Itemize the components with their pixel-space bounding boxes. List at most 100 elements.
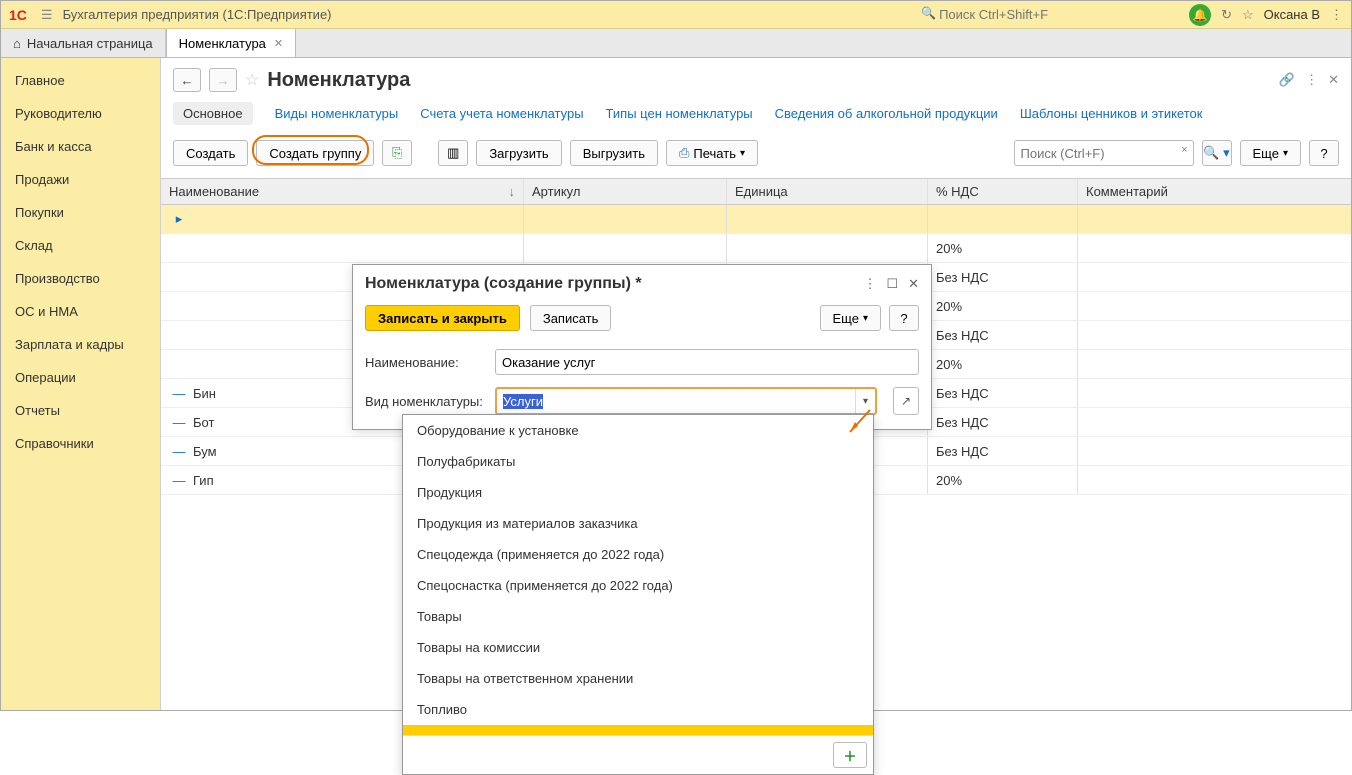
more-label: Еще <box>1253 146 1279 161</box>
link-accounts[interactable]: Счета учета номенклатуры <box>420 106 583 121</box>
link-alcohol[interactable]: Сведения об алкогольной продукции <box>775 106 998 121</box>
tab-home-label: Начальная страница <box>27 36 153 51</box>
topbar: 1C ☰ Бухгалтерия предприятия (1С:Предпри… <box>1 1 1351 29</box>
table-header: Наименование↓ Артикул Единица % НДС Комм… <box>161 179 1351 205</box>
help-button[interactable]: ? <box>1309 140 1339 166</box>
dropdown-item[interactable]: Полуфабрикаты <box>403 446 873 477</box>
input-name[interactable] <box>495 349 919 375</box>
link-icon[interactable]: 🔗 <box>1279 72 1295 88</box>
save-button[interactable]: Записать <box>530 305 612 331</box>
create-group-button[interactable]: Создать группу <box>256 140 374 166</box>
create-group-dialog: Номенклатура (создание группы) * ⋮ ☐ ✕ З… <box>352 264 932 430</box>
col-article[interactable]: Артикул <box>524 179 727 204</box>
combo-open-button[interactable]: ↗ <box>893 387 919 415</box>
sidebar-item-warehouse[interactable]: Склад <box>1 229 160 262</box>
col-comment[interactable]: Комментарий <box>1078 179 1351 204</box>
combo-type-input[interactable] <box>497 389 855 413</box>
sidebar-item-manager[interactable]: Руководителю <box>1 97 160 130</box>
dialog-maximize-icon[interactable]: ☐ <box>886 276 898 292</box>
header-right: 🔗 ⋮ ✕ <box>1279 72 1339 88</box>
dropdown-item[interactable]: Товары <box>403 601 873 632</box>
sidebar-item-bank[interactable]: Банк и касса <box>1 130 160 163</box>
app-title: Бухгалтерия предприятия (1С:Предприятие) <box>63 7 332 22</box>
dropdown-item[interactable]: Оборудование к установке <box>403 415 873 446</box>
print-button[interactable]: ⎙ Печать ▾ <box>666 140 758 166</box>
link-labels[interactable]: Шаблоны ценников и этикеток <box>1020 106 1203 121</box>
sidebar-item-production[interactable]: Производство <box>1 262 160 295</box>
tab-bar: ⌂ Начальная страница Номенклатура ✕ <box>1 29 1351 58</box>
dialog-close-icon[interactable]: ✕ <box>908 276 919 292</box>
global-search-input[interactable] <box>919 5 1179 25</box>
barcode-button[interactable]: ▥ <box>438 140 468 166</box>
caret-down-icon: ▾ <box>863 313 868 324</box>
dropdown-item[interactable]: Продукция из материалов заказчика <box>403 508 873 539</box>
menu-dots-icon[interactable]: ⋮ <box>1305 72 1318 88</box>
sidebar-item-assets[interactable]: ОС и НМА <box>1 295 160 328</box>
load-button[interactable]: Загрузить <box>476 140 561 166</box>
dropdown-item[interactable]: Услуги <box>403 725 873 735</box>
tab-home[interactable]: ⌂ Начальная страница <box>1 29 166 57</box>
close-page-icon[interactable]: ✕ <box>1328 72 1339 88</box>
sort-indicator-icon: ↓ <box>509 184 516 199</box>
table-row[interactable]: ▸ <box>161 205 1351 234</box>
list-search-wrap: × <box>1014 140 1194 166</box>
search-button[interactable]: 🔍 ▾ <box>1202 140 1232 166</box>
create-button[interactable]: Создать <box>173 140 248 166</box>
dropdown-item[interactable]: Спецоснастка (применяется до 2022 года) <box>403 570 873 601</box>
dropdown-add-button[interactable]: ＋ <box>833 742 867 768</box>
home-icon: ⌂ <box>13 36 21 51</box>
combo-dropdown-icon[interactable]: ▾ <box>855 389 875 413</box>
col-name[interactable]: Наименование↓ <box>161 179 524 204</box>
tab-close-icon[interactable]: ✕ <box>274 37 283 50</box>
dialog-titlebar: Номенклатура (создание группы) * ⋮ ☐ ✕ <box>353 265 931 301</box>
dialog-buttons: Записать и закрыть Записать Еще ▾ ? <box>353 301 931 343</box>
app-window: 1C ☰ Бухгалтерия предприятия (1С:Предпри… <box>0 0 1352 711</box>
menu-icon[interactable]: ☰ <box>41 7 53 23</box>
printer-icon: ⎙ <box>679 145 689 161</box>
dialog-menu-icon[interactable]: ⋮ <box>863 276 876 292</box>
sidebar-item-refs[interactable]: Справочники <box>1 427 160 460</box>
dialog-more-button[interactable]: Еще ▾ <box>820 305 881 331</box>
page-title: Номенклатура <box>267 69 410 92</box>
history-icon[interactable]: ↻ <box>1221 7 1232 23</box>
type-dropdown: Оборудование к установкеПолуфабрикатыПро… <box>402 414 874 775</box>
col-unit[interactable]: Единица <box>727 179 928 204</box>
nav-back-button[interactable]: ← <box>173 68 201 92</box>
sidebar-item-main[interactable]: Главное <box>1 64 160 97</box>
favorite-icon[interactable]: ☆ <box>1242 7 1254 23</box>
favorite-page-icon[interactable]: ☆ <box>245 70 259 90</box>
row-icon: — <box>169 444 189 459</box>
sidebar-item-reports[interactable]: Отчеты <box>1 394 160 427</box>
dropdown-item[interactable]: Продукция <box>403 477 873 508</box>
copy-button[interactable]: ⎘ <box>382 140 412 166</box>
col-vat[interactable]: % НДС <box>928 179 1078 204</box>
link-price-types[interactable]: Типы цен номенклатуры <box>606 106 753 121</box>
notifications-icon[interactable]: 🔔 <box>1189 4 1211 26</box>
unload-button[interactable]: Выгрузить <box>570 140 658 166</box>
save-and-close-button[interactable]: Записать и закрыть <box>365 305 520 331</box>
main-row: Главное Руководителю Банк и касса Продаж… <box>1 58 1351 710</box>
logo-1c: 1C <box>9 7 27 23</box>
search-clear-icon[interactable]: × <box>1181 144 1187 156</box>
label-type: Вид номенклатуры: <box>365 394 485 409</box>
dropdown-item[interactable]: Товары на ответственном хранении <box>403 663 873 694</box>
list-search-input[interactable] <box>1014 140 1194 166</box>
nav-forward-button[interactable]: → <box>209 68 237 92</box>
dialog-help-button[interactable]: ? <box>889 305 919 331</box>
dropdown-item[interactable]: Спецодежда (применяется до 2022 года) <box>403 539 873 570</box>
print-label: Печать <box>693 146 736 161</box>
dropdown-item[interactable]: Товары на комиссии <box>403 632 873 663</box>
link-types[interactable]: Виды номенклатуры <box>275 106 399 121</box>
sidebar-item-salary[interactable]: Зарплата и кадры <box>1 328 160 361</box>
link-current[interactable]: Основное <box>173 102 253 125</box>
sidebar-item-sales[interactable]: Продажи <box>1 163 160 196</box>
sidebar-item-purchases[interactable]: Покупки <box>1 196 160 229</box>
user-name[interactable]: Оксана В <box>1264 7 1320 22</box>
table-row[interactable]: 20% <box>161 234 1351 263</box>
sidebar-item-operations[interactable]: Операции <box>1 361 160 394</box>
tab-nomenclature[interactable]: Номенклатура ✕ <box>166 29 296 57</box>
row-icon: — <box>169 415 189 430</box>
more-button[interactable]: Еще ▾ <box>1240 140 1301 166</box>
user-menu-icon[interactable]: ⋮ <box>1330 7 1343 23</box>
dropdown-item[interactable]: Топливо <box>403 694 873 725</box>
